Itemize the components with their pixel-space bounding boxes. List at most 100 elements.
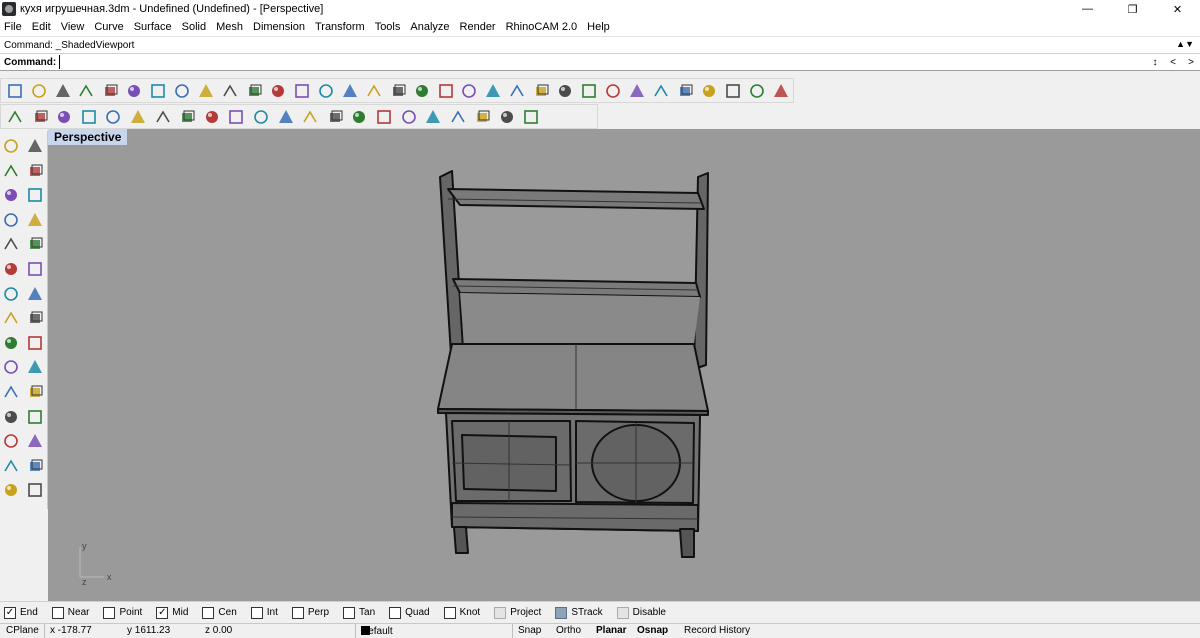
menu-item-render[interactable]: Render	[456, 18, 502, 37]
rotate-view-icon[interactable]	[242, 80, 265, 102]
osnap-project[interactable]: Project	[494, 606, 541, 619]
polyline-icon[interactable]	[0, 160, 22, 182]
osnap-strack[interactable]: STrack	[555, 606, 603, 619]
grid-snap-icon[interactable]	[3, 106, 27, 128]
dimension-icon[interactable]	[77, 106, 101, 128]
fillet-icon[interactable]	[470, 106, 494, 128]
osnap-checkbox[interactable]	[494, 606, 507, 619]
dimension-icon[interactable]	[24, 356, 46, 378]
perspective-viewport[interactable]: Perspective y x z	[48, 129, 1200, 601]
car-render-icon[interactable]	[410, 80, 433, 102]
osnap-int[interactable]: Int	[250, 606, 278, 619]
restore-icon[interactable]: ❐	[1110, 0, 1155, 18]
zoom-icon[interactable]	[266, 80, 289, 102]
origin-axes-icon[interactable]	[28, 106, 52, 128]
split-icon[interactable]	[126, 106, 150, 128]
ruler-icon[interactable]	[323, 106, 347, 128]
render-tool-icon[interactable]	[519, 106, 543, 128]
pan-hand-icon[interactable]	[218, 80, 241, 102]
osnap-tan[interactable]: Tan	[343, 606, 375, 619]
grid-plane-icon[interactable]	[434, 80, 457, 102]
status-cplane[interactable]: CPlane	[6, 625, 39, 636]
cut-icon[interactable]	[123, 80, 146, 102]
point-cloud-icon[interactable]	[200, 106, 224, 128]
osnap-cen[interactable]: Cen	[202, 606, 237, 619]
menu-item-tools[interactable]: Tools	[371, 18, 407, 37]
taper-tool-icon[interactable]	[24, 455, 46, 477]
menu-item-solid[interactable]: Solid	[178, 18, 212, 37]
shaded-sphere-icon[interactable]	[625, 80, 648, 102]
osnap-end[interactable]: ✓ End	[4, 606, 38, 619]
text-t-icon[interactable]	[0, 430, 22, 452]
paste-icon[interactable]	[171, 80, 194, 102]
cplane-icon[interactable]	[482, 80, 505, 102]
group-icon[interactable]	[0, 356, 22, 378]
trim-icon[interactable]	[372, 106, 396, 128]
help-icon[interactable]	[769, 80, 792, 102]
four-viewports-icon[interactable]	[386, 80, 409, 102]
transform-icon[interactable]	[224, 106, 248, 128]
copy-icon[interactable]	[147, 80, 170, 102]
status-planar[interactable]: Planar	[596, 625, 627, 636]
osnap-knot[interactable]: Knot	[443, 606, 480, 619]
extrude-icon[interactable]	[151, 106, 175, 128]
cube-icon[interactable]	[0, 479, 22, 501]
twist-icon[interactable]	[24, 406, 46, 428]
osnap-checkbox[interactable]: ✓	[156, 606, 169, 619]
taper-icon[interactable]	[421, 106, 445, 128]
extract-icon[interactable]	[274, 106, 298, 128]
cylinder-icon[interactable]	[0, 307, 22, 329]
menu-item-curve[interactable]: Curve	[90, 18, 129, 37]
rectangle-icon[interactable]	[24, 209, 46, 231]
wave-icon[interactable]	[495, 106, 519, 128]
boolean-icon[interactable]	[24, 283, 46, 305]
scatter-icon[interactable]	[24, 381, 46, 403]
render-sphere-icon[interactable]	[673, 80, 696, 102]
osnap-checkbox[interactable]	[555, 606, 568, 619]
undo-icon[interactable]	[195, 80, 218, 102]
command-forward-icon[interactable]: >	[1182, 57, 1200, 68]
import-icon[interactable]	[99, 80, 122, 102]
status-snap[interactable]: Snap	[518, 625, 541, 636]
osnap-checkbox[interactable]	[250, 606, 263, 619]
menu-item-file[interactable]: File	[0, 18, 28, 37]
menu-item-analyze[interactable]: Analyze	[406, 18, 455, 37]
arc-icon[interactable]	[0, 209, 22, 231]
point-icon[interactable]	[458, 80, 481, 102]
command-back-icon[interactable]: <	[1164, 57, 1182, 68]
menu-item-edit[interactable]: Edit	[28, 18, 57, 37]
light-bulb-icon[interactable]	[530, 80, 553, 102]
osnap-perp[interactable]: Perp	[291, 606, 329, 619]
osnap-disable[interactable]: Disable	[616, 606, 666, 619]
bend-icon[interactable]	[0, 406, 22, 428]
osnap-checkbox[interactable]	[443, 606, 456, 619]
array-grid-icon[interactable]	[0, 455, 22, 477]
osnap-checkbox[interactable]	[103, 606, 116, 619]
loft-icon[interactable]	[24, 258, 46, 280]
osnap-mid[interactable]: ✓ Mid	[156, 606, 188, 619]
curve-icon[interactable]	[24, 160, 46, 182]
block-icon[interactable]	[52, 106, 76, 128]
osnap-checkbox[interactable]	[343, 606, 356, 619]
osnap-near[interactable]: Near	[51, 606, 89, 619]
minimize-icon[interactable]: —	[1065, 0, 1110, 18]
options-icon[interactable]	[745, 80, 768, 102]
osnap-point[interactable]: Point	[103, 606, 142, 619]
osnap-checkbox[interactable]	[51, 606, 64, 619]
hatch-icon[interactable]	[24, 479, 46, 501]
menu-item-surface[interactable]: Surface	[130, 18, 178, 37]
material-icon[interactable]	[578, 80, 601, 102]
select-arrow-icon[interactable]	[0, 135, 22, 157]
pencil-icon[interactable]	[697, 80, 720, 102]
polygon-icon[interactable]	[0, 233, 22, 255]
status-osnap[interactable]: Osnap	[637, 625, 668, 636]
save-icon[interactable]	[51, 80, 74, 102]
layer-icon[interactable]	[506, 80, 529, 102]
osnap-checkbox[interactable]: ✓	[4, 606, 16, 619]
unroll-icon[interactable]	[175, 106, 199, 128]
solid-box-icon[interactable]	[101, 106, 125, 128]
command-spinner-icon[interactable]: ↕	[1146, 57, 1164, 68]
rotate-camera-icon[interactable]	[362, 80, 385, 102]
offset-icon[interactable]	[397, 106, 421, 128]
circle-icon[interactable]	[0, 184, 22, 206]
